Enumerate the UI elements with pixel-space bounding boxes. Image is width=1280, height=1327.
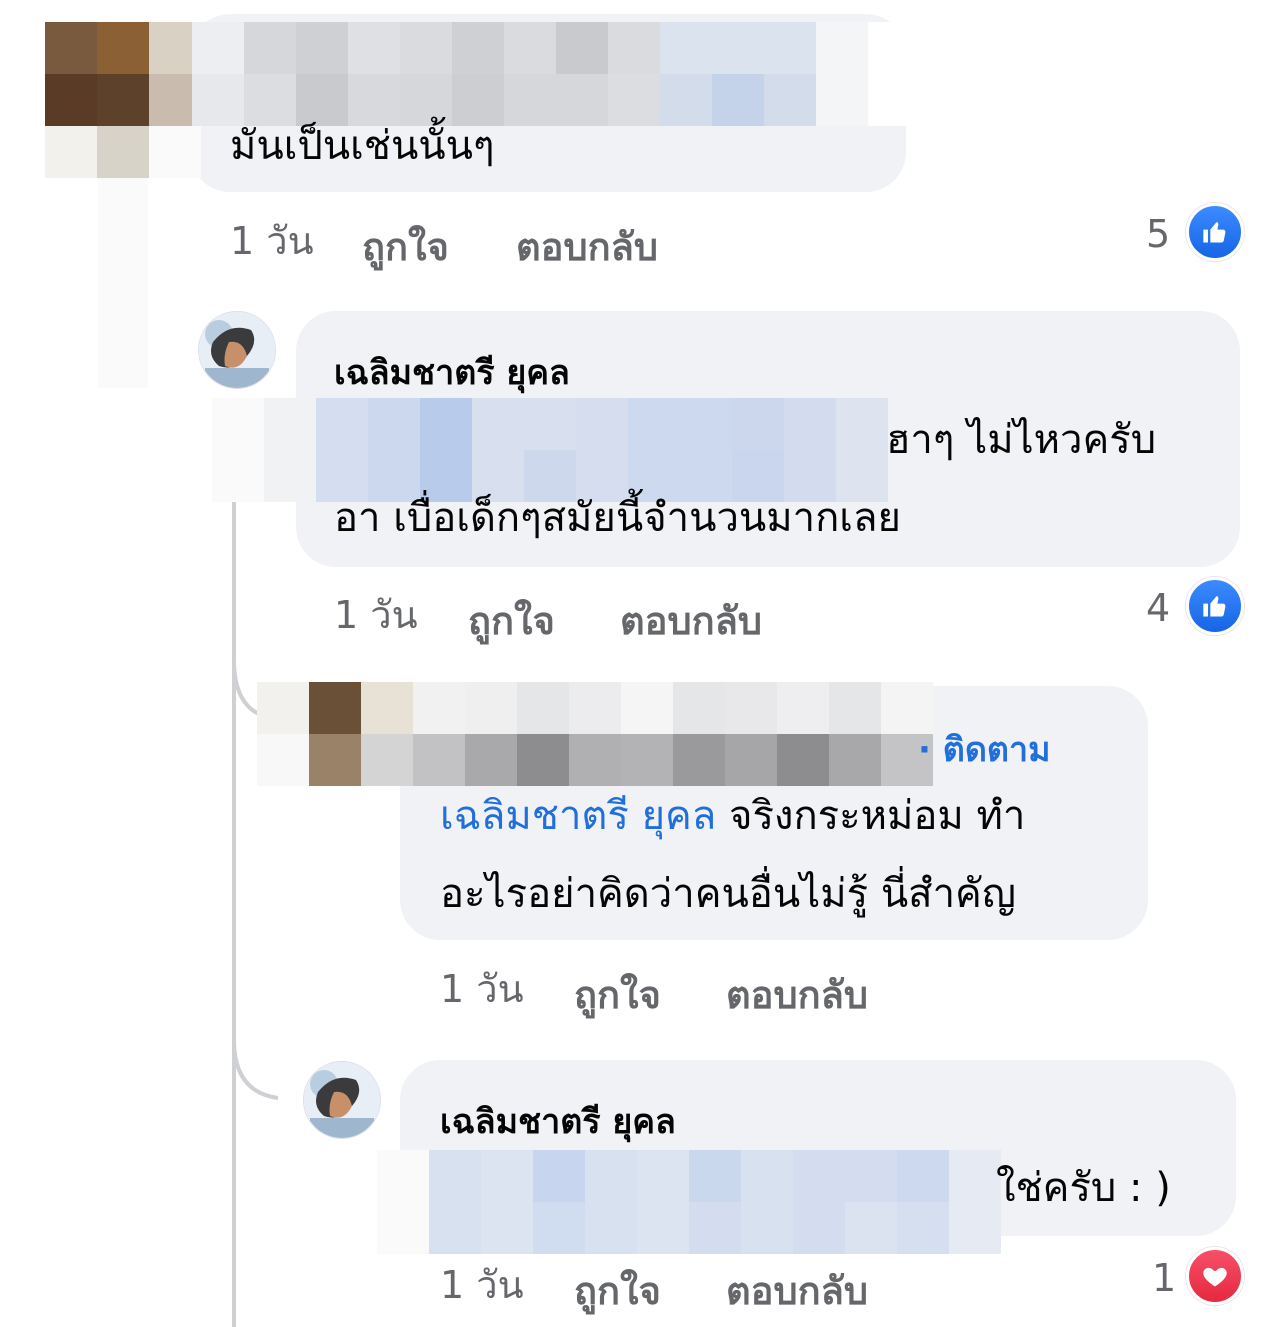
like-button[interactable]: ถูกใจ — [574, 964, 661, 1025]
reply-button[interactable]: ตอบกลับ — [726, 1260, 868, 1321]
comment-time[interactable]: 1 วัน — [230, 210, 314, 271]
reaction-count: 4 — [1146, 586, 1171, 630]
like-button[interactable]: ถูกใจ — [468, 590, 555, 651]
like-button[interactable]: ถูกใจ — [574, 1260, 661, 1321]
comment-text: ใช่ครับ : ) — [996, 1165, 1171, 1211]
comment-text: อะไรอย่าคิดว่าคนอื่นไม่รู้ นี่สำคัญ — [440, 871, 1016, 917]
reply-button[interactable]: ตอบกลับ — [516, 216, 658, 277]
reply-button[interactable]: ตอบกลับ — [726, 964, 868, 1025]
comment-text: อา เบื่อเด็กๆสมัยนี้จำนวนมากเลย — [334, 495, 901, 541]
reaction-count: 1 — [1152, 1256, 1177, 1300]
comment-author[interactable]: เฉลิมชาตรี ยุคล — [440, 1094, 676, 1148]
blurred-author-name — [257, 682, 933, 786]
follow-link[interactable]: · ติดตาม — [918, 722, 1051, 776]
comment-text: เฉลิมชาตรี ยุคล จริงกระหม่อม ทำ — [440, 793, 1026, 839]
thumbs-up-icon[interactable] — [1186, 577, 1244, 635]
thread-line — [232, 460, 236, 1327]
blurred-mention — [377, 1150, 1001, 1254]
comment-time[interactable]: 1 วัน — [440, 958, 524, 1019]
mention-link[interactable]: เฉลิมชาตรี ยุคล — [440, 793, 716, 839]
thumbs-up-icon[interactable] — [1186, 203, 1244, 261]
avatar[interactable] — [198, 311, 276, 389]
blurred-avatar — [45, 22, 201, 178]
heart-icon[interactable] — [1186, 1247, 1244, 1305]
comment-time[interactable]: 1 วัน — [440, 1254, 524, 1315]
comment-text: มันเป็นเช่นนั้นๆ — [230, 123, 495, 169]
avatar[interactable] — [303, 1061, 381, 1139]
comment-time[interactable]: 1 วัน — [334, 584, 418, 645]
comment-text: ฮาๆ ไม่ไหวครับ — [886, 417, 1157, 463]
like-button[interactable]: ถูกใจ — [362, 216, 449, 277]
reaction-count: 5 — [1146, 212, 1171, 256]
thread-branch — [232, 1040, 279, 1100]
blurred-strip — [98, 178, 148, 388]
reply-button[interactable]: ตอบกลับ — [620, 590, 762, 651]
comment-author[interactable]: เฉลิมชาตรี ยุคล — [334, 345, 570, 399]
